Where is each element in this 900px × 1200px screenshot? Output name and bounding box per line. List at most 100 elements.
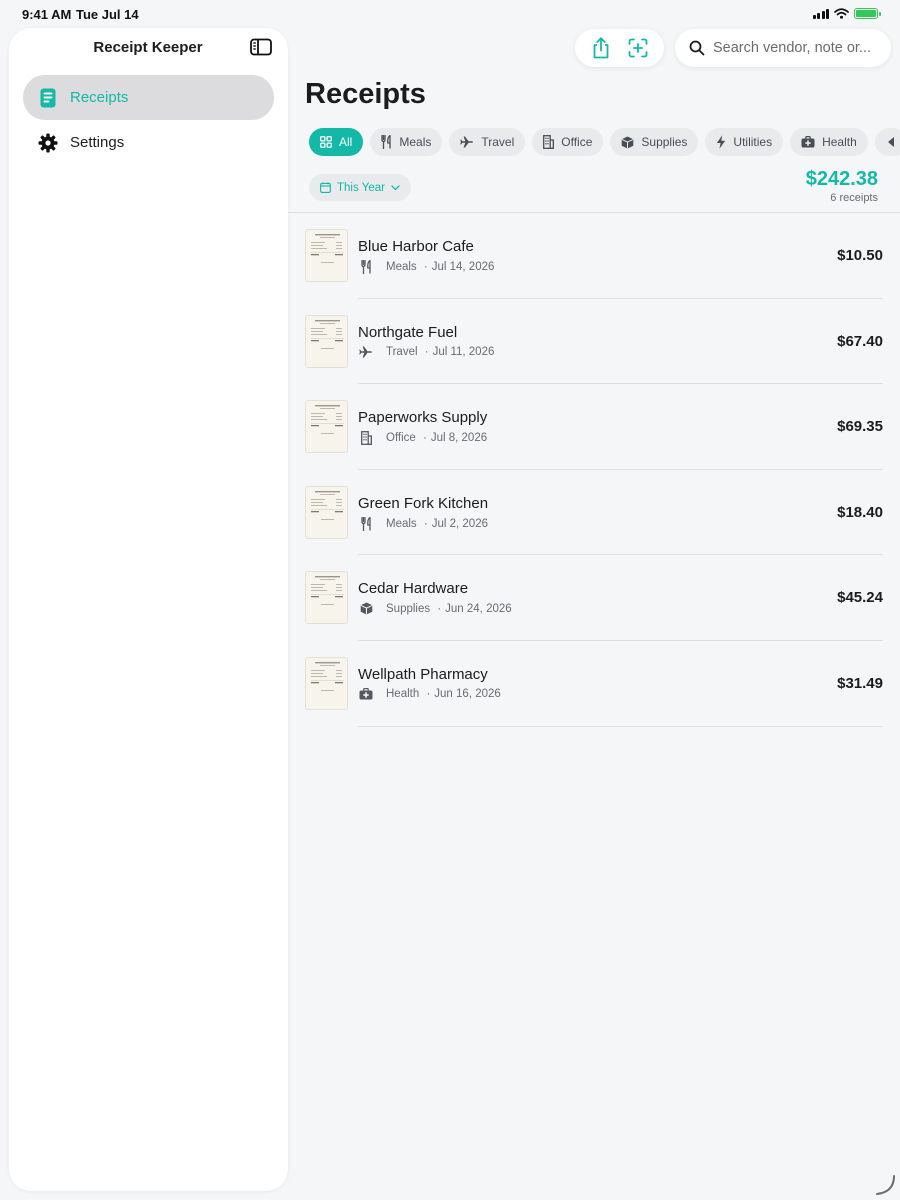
receipt-row[interactable]: Blue Harbor Cafe Meals · Jul 14, 2026 $10.5… — [305, 213, 883, 299]
box-icon — [622, 136, 634, 148]
utensils-icon — [358, 260, 374, 274]
airplane-icon — [358, 346, 374, 358]
scan-add-icon — [628, 38, 648, 58]
receipt-thumbnail — [305, 314, 348, 368]
chevron-down-icon — [391, 184, 400, 190]
category-filter-bar: All Meals Travel Office Supplies Utiliti… — [309, 128, 900, 158]
receipt-meta: Meals · Jul 2, 2026 — [358, 516, 488, 531]
receipt-thumbnail — [305, 571, 348, 625]
calendar-icon — [320, 182, 331, 193]
meta-separator: · — [419, 432, 427, 445]
grid-icon — [320, 136, 332, 148]
status-time: 9:41 AM — [22, 7, 72, 22]
receipt-row[interactable]: Northgate Fuel Travel · Jul 11, 2026 $67.40 — [305, 299, 883, 385]
resize-handle-icon[interactable] — [874, 1174, 896, 1196]
meta-separator: · — [434, 602, 442, 615]
meta-separator: · — [421, 345, 429, 358]
receipt-amount: $69.35 — [837, 418, 883, 436]
receipt-amount: $67.40 — [837, 332, 883, 350]
utensils-icon — [358, 516, 374, 531]
box-icon — [358, 602, 374, 615]
chip-label: Health — [822, 135, 857, 149]
sidebar-item-label: Receipts — [70, 89, 129, 106]
receipt-date: Jul 8, 2026 — [430, 432, 488, 445]
receipt-category: Supplies — [386, 602, 431, 615]
medkit-icon — [801, 136, 815, 148]
chip-all[interactable]: All — [309, 128, 364, 156]
cellular-signal-icon — [812, 8, 829, 19]
receipt-vendor: Wellpath Pharmacy — [358, 665, 488, 683]
receipt-vendor: Paperworks Supply — [358, 409, 488, 427]
receipt-meta: Office · Jul 8, 2026 — [358, 431, 488, 446]
chip-utilities[interactable]: Utilities — [705, 128, 784, 156]
search-input[interactable]: Search vendor, note or... — [713, 40, 871, 56]
sidebar-toggle-icon[interactable] — [250, 38, 272, 56]
airplane-icon — [460, 136, 474, 148]
receipt-category: Health — [386, 687, 420, 700]
scan-receipt-button[interactable] — [625, 35, 651, 61]
total-summary: $242.38 6 receipts — [806, 168, 878, 204]
chip-supplies[interactable]: Supplies — [610, 128, 699, 156]
chip-meals[interactable]: Meals — [370, 128, 443, 156]
receipt-amount: $10.50 — [837, 247, 883, 264]
receipt-meta: Supplies · Jun 24, 2026 — [358, 602, 512, 615]
gear-icon — [38, 133, 58, 153]
chip-more[interactable] — [874, 128, 900, 156]
receipt-thumbnail — [305, 400, 348, 454]
receipt-category: Travel — [386, 345, 418, 358]
receipt-amount: $31.49 — [837, 674, 883, 692]
chip-label: Meals — [399, 135, 432, 149]
receipt-meta: Health · Jun 16, 2026 — [358, 687, 501, 700]
search-field[interactable]: Search vendor, note or... — [675, 29, 891, 67]
receipt-date: Jun 24, 2026 — [445, 602, 512, 615]
receipt-date: Jul 14, 2026 — [431, 261, 495, 273]
receipt-thumbnail — [305, 656, 348, 710]
receipt-date: Jun 16, 2026 — [434, 687, 501, 700]
receipt-amount: $18.40 — [837, 503, 883, 521]
receipt-date: Jul 2, 2026 — [431, 517, 488, 530]
chip-label: All — [339, 135, 353, 149]
meta-separator: · — [423, 687, 431, 700]
chip-label: Travel — [481, 135, 515, 149]
sidebar-item-settings[interactable]: Settings — [23, 120, 274, 165]
receipt-meta: Meals · Jul 14, 2026 — [358, 260, 494, 274]
receipt-vendor: Green Fork Kitchen — [358, 494, 489, 512]
building-icon — [358, 431, 374, 446]
share-button[interactable] — [588, 35, 614, 61]
medkit-icon — [358, 687, 374, 700]
wifi-icon — [834, 8, 849, 19]
receipt-count: 6 receipts — [830, 192, 878, 204]
receipt-category: Office — [386, 432, 416, 445]
chip-office[interactable]: Office — [532, 128, 604, 156]
receipt-row[interactable]: Wellpath Pharmacy Health · Jun 16, 2026 $31… — [305, 641, 883, 727]
page-title: Receipts — [305, 78, 426, 110]
meta-separator: · — [420, 261, 428, 273]
bolt-icon — [717, 135, 726, 149]
building-icon — [543, 135, 555, 149]
receipt-category: Meals — [386, 261, 417, 273]
status-date: Tue Jul 14 — [76, 7, 139, 22]
receipt-vendor: Blue Harbor Cafe — [358, 238, 474, 255]
receipt-row[interactable]: Cedar Hardware Supplies · Jun 24, 2026 $45.… — [305, 555, 883, 641]
search-icon — [689, 40, 705, 56]
sidebar-item-label: Settings — [70, 134, 125, 151]
sidebar: Receipt Keeper Receipts Settings — [9, 28, 288, 1191]
receipt-amount: $45.24 — [837, 589, 883, 607]
row-divider — [358, 725, 883, 727]
share-icon — [593, 37, 609, 59]
receipt-list: Blue Harbor Cafe Meals · Jul 14, 2026 $10.5… — [305, 213, 883, 727]
receipt-vendor: Northgate Fuel — [358, 323, 458, 341]
receipt-meta: Travel · Jul 11, 2026 — [358, 346, 494, 358]
sidebar-item-receipts[interactable]: Receipts — [23, 75, 274, 120]
receipt-vendor: Cedar Hardware — [358, 580, 469, 598]
receipt-thumbnail — [305, 229, 348, 282]
receipt-thumbnail — [305, 485, 348, 539]
receipt-row[interactable]: Paperworks Supply Office · Jul 8, 2026 $69.… — [305, 384, 883, 470]
chip-health[interactable]: Health — [790, 128, 868, 156]
chip-travel[interactable]: Travel — [449, 128, 526, 156]
receipt-row[interactable]: Green Fork Kitchen Meals · Jul 2, 2026 $18.… — [305, 470, 883, 556]
date-range-label: This Year — [337, 181, 385, 194]
chip-label: Supplies — [641, 135, 688, 149]
receipt-icon — [38, 88, 58, 108]
date-range-filter[interactable]: This Year — [309, 174, 411, 201]
